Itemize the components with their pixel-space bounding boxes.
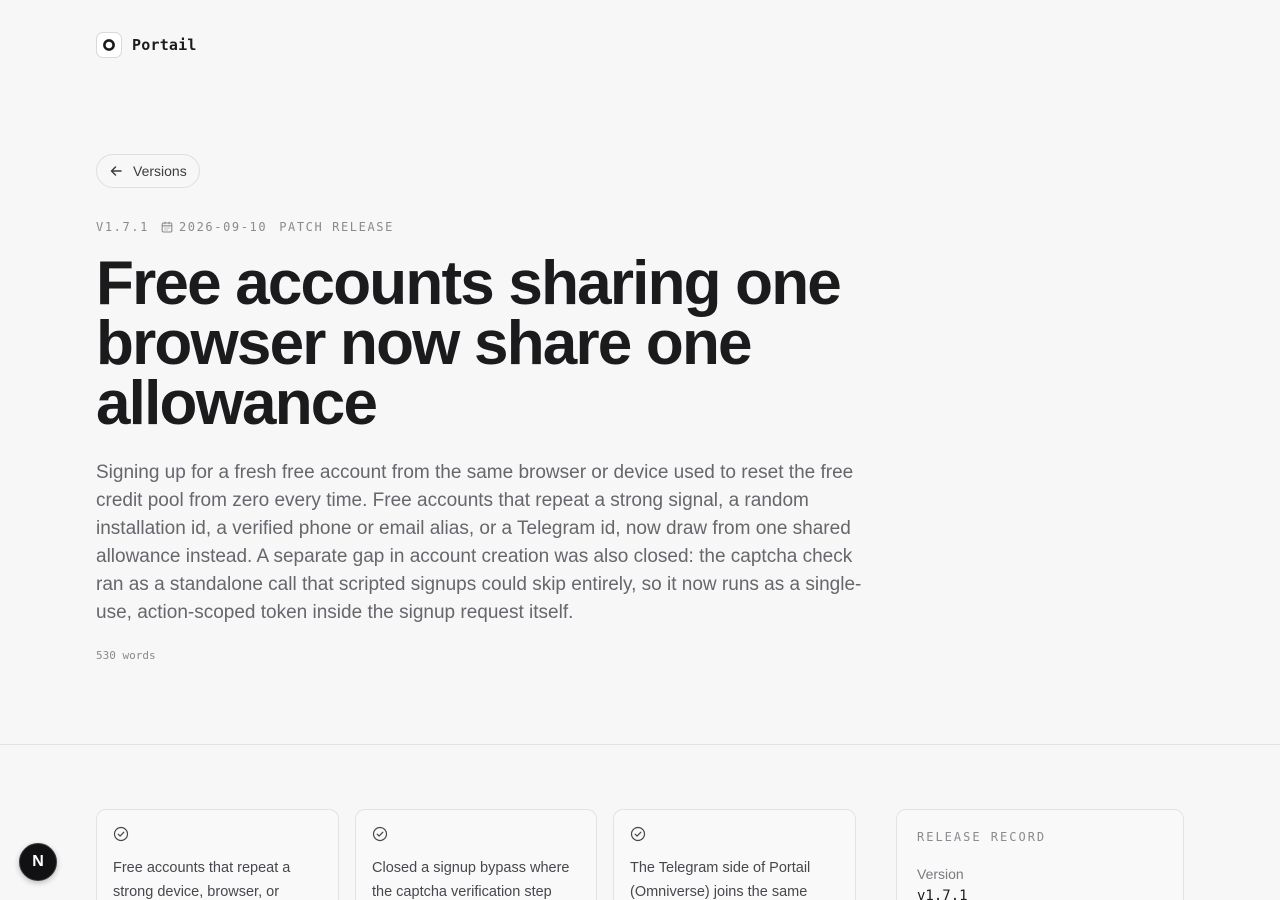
release-record-panel: RELEASE RECORD Version v1.7.1 xyxy=(896,809,1184,900)
release-summary: Signing up for a fresh free account from… xyxy=(96,462,862,623)
word-count: 530 words xyxy=(96,649,156,662)
next-dev-tools-icon: N xyxy=(32,853,44,870)
release-version: V1.7.1 xyxy=(96,220,149,234)
version-field-value: v1.7.1 xyxy=(917,888,968,900)
highlight-text: Free accounts that repeat a strong devic… xyxy=(113,860,291,900)
check-circle-icon xyxy=(630,826,646,842)
highlight-card: Free accounts that repeat a strong devic… xyxy=(96,809,339,900)
version-field-label: Version xyxy=(917,866,964,882)
back-label: Versions xyxy=(133,163,187,179)
release-meta: V1.7.1 2026-09-10 PATCH RELEASE xyxy=(96,220,394,234)
highlight-text: The Telegram side of Portail (Omniverse)… xyxy=(630,860,811,900)
release-type: PATCH RELEASE xyxy=(279,220,394,234)
release-record-heading: RELEASE RECORD xyxy=(917,830,1047,844)
check-circle-icon xyxy=(113,826,129,842)
release-page: Portail Versions V1.7.1 2026-09-10 PATCH… xyxy=(0,0,1280,900)
portail-logo-icon xyxy=(96,32,122,58)
back-to-versions-button[interactable]: Versions xyxy=(96,154,200,188)
brand[interactable]: Portail xyxy=(96,32,197,58)
highlight-card: The Telegram side of Portail (Omniverse)… xyxy=(613,809,856,900)
calendar-icon xyxy=(161,221,173,233)
check-circle-icon xyxy=(372,826,388,842)
brand-name: Portail xyxy=(132,36,197,54)
release-title: Free accounts sharing one browser now sh… xyxy=(96,249,842,438)
next-dev-tools-button[interactable]: N xyxy=(19,843,57,881)
highlight-card: Closed a signup bypass where the captcha… xyxy=(355,809,597,900)
section-divider xyxy=(0,744,1280,745)
highlight-text: Closed a signup bypass where the captcha… xyxy=(372,860,570,900)
arrow-left-icon xyxy=(109,164,123,178)
release-date: 2026-09-10 xyxy=(178,220,268,234)
